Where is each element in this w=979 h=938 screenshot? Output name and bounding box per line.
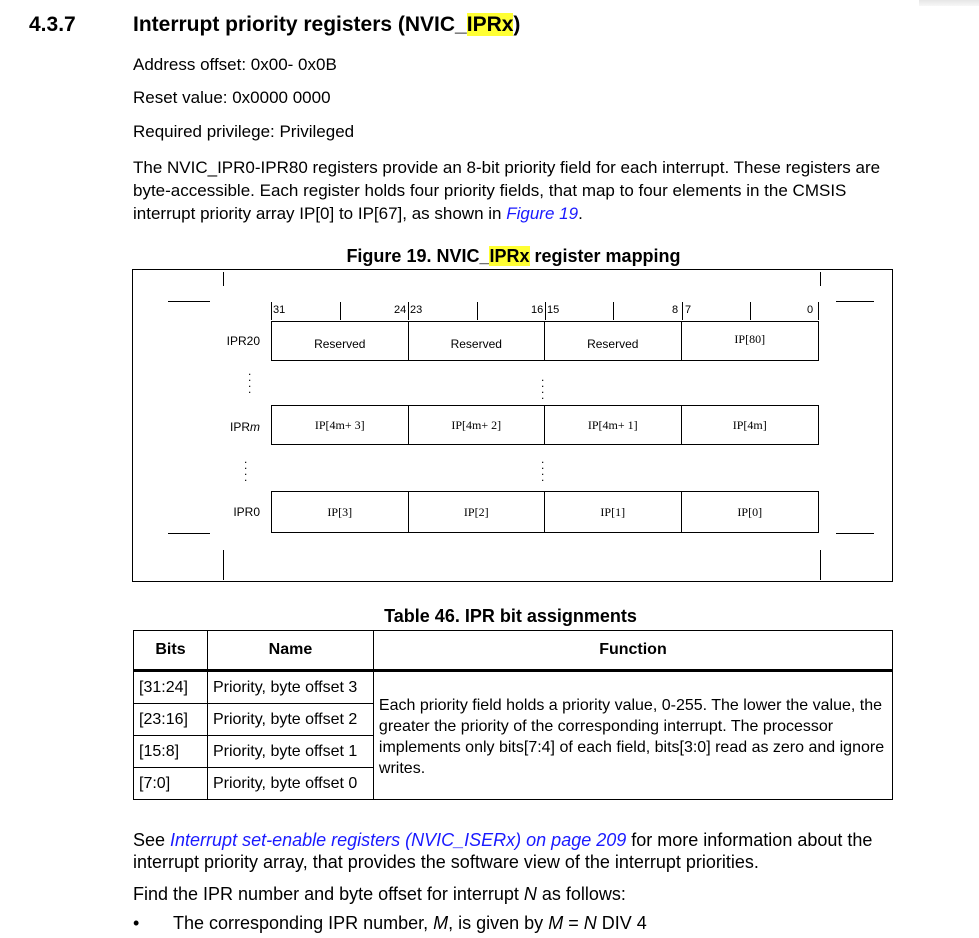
bit-label-0: 0 xyxy=(807,304,814,316)
section-title-suffix: ) xyxy=(513,13,521,36)
ipr-bit-table: Bits Name Function [31:24] Priority, byt… xyxy=(133,630,894,800)
section-title-prefix: Interrupt priority registers (NVIC_ xyxy=(133,13,467,36)
bracket-bottom-left xyxy=(168,533,210,534)
header-bits: Bits xyxy=(133,630,208,672)
frame-tick-top-right xyxy=(820,272,821,286)
ruler-tick-31 xyxy=(271,302,272,320)
description-paragraph: The NVIC_IPR0-IPR80 registers provide an… xyxy=(133,156,893,225)
ruler-tick-0 xyxy=(818,302,819,320)
figure-title-suffix: register mapping xyxy=(529,246,681,266)
register-name-iprm: IPRm xyxy=(200,420,260,434)
bracket-top-left xyxy=(168,301,210,302)
reset-value: Reset value: 0x0000 0000 xyxy=(133,88,331,107)
find-suffix: as follows: xyxy=(536,884,626,904)
bullet-eq-m: M xyxy=(548,913,564,933)
bit-label-15: 15 xyxy=(547,304,560,316)
field-cell: IP[4m+ 1] xyxy=(545,406,682,444)
field-cell: IP[4m+ 2] xyxy=(409,406,545,444)
see-also-paragraph: See Interrupt set-enable registers (NVIC… xyxy=(133,829,913,873)
register-name-ipr0: IPR0 xyxy=(233,505,260,519)
field-cell: IP[1] xyxy=(545,492,682,532)
ruler-tick-24-23 xyxy=(408,302,409,320)
bullet-end: DIV 4 xyxy=(596,913,647,933)
vertical-ellipsis-left-1: .... xyxy=(248,364,252,396)
ruler-tick-mid-4 xyxy=(750,302,751,320)
see-prefix: See xyxy=(133,830,171,850)
frame-tick-top-left xyxy=(223,272,224,286)
vertical-ellipsis-center-1: .... xyxy=(541,370,545,402)
bit-label-8: 8 xyxy=(672,304,679,316)
ruler-tick-mid-2 xyxy=(477,302,478,320)
bits-cell: [7:0] xyxy=(133,767,208,800)
section-number: 4.3.7 xyxy=(29,13,76,36)
function-cell: Each priority field holds a priority val… xyxy=(372,670,894,800)
bits-cell: [15:8] xyxy=(133,735,208,768)
table-title: Table 46. IPR bit assignments xyxy=(384,606,637,626)
bullet-eq-n: N xyxy=(583,913,597,933)
find-var-n: N xyxy=(523,884,537,904)
ruler-tick-mid-1 xyxy=(340,302,341,320)
ruler-tick-mid-3 xyxy=(613,302,614,320)
bits-cell: [23:16] xyxy=(133,703,208,736)
register-name-ipr20: IPR20 xyxy=(226,334,260,348)
bit-label-16: 16 xyxy=(531,304,544,316)
table-row: [31:24] Priority, byte offset 3 Each pri… xyxy=(133,670,894,800)
field-cell: IP[2] xyxy=(409,492,545,532)
table-header-row: Bits Name Function xyxy=(133,630,894,672)
bracket-bottom-right xyxy=(836,533,874,534)
bullet-symbol: • xyxy=(133,913,140,933)
section-title-highlight: IPRx xyxy=(466,13,514,36)
section-title: Interrupt priority registers (NVIC_IPRx) xyxy=(133,13,520,37)
field-cell: Reserved xyxy=(272,322,409,360)
header-function: Function xyxy=(372,630,894,672)
field-cell: IP[3] xyxy=(272,492,409,532)
address-offset: Address offset: 0x00- 0x0B xyxy=(133,55,337,74)
figure-title-highlight: IPRx xyxy=(489,246,530,266)
bit-label-31: 31 xyxy=(273,304,286,316)
bit-label-7: 7 xyxy=(685,304,692,316)
field-cell: IP[0] xyxy=(737,504,763,519)
nvic-iser-link[interactable]: Interrupt set-enable registers (NVIC_ISE… xyxy=(170,830,626,850)
description-end: . xyxy=(578,204,583,223)
ruler-tick-16-15 xyxy=(545,302,546,320)
register-row-iprm: IP[4m+ 3] IP[4m+ 2] IP[4m+ 1] IP[4m] xyxy=(271,405,819,445)
bullet-mid: , is given by xyxy=(448,913,549,933)
field-cell: IP[4m] xyxy=(732,417,767,432)
frame-tick-bottom-right xyxy=(820,550,821,580)
bits-cell: [31:24] xyxy=(133,670,208,704)
frame-tick-bottom-left xyxy=(223,550,224,580)
name-cell: Priority, byte offset 2 xyxy=(206,703,374,736)
field-cell: IP[80] xyxy=(734,331,766,346)
bit-label-24: 24 xyxy=(394,304,407,316)
bracket-top-right xyxy=(836,301,874,302)
field-cell: Reserved xyxy=(409,322,545,360)
find-ipr-paragraph: Find the IPR number and byte offset for … xyxy=(133,884,626,905)
register-name-prefix: IPR xyxy=(229,420,250,434)
find-prefix: Find the IPR number and byte offset for … xyxy=(133,884,524,904)
header-name: Name xyxy=(206,630,374,672)
vertical-ellipsis-left-2: .... xyxy=(244,452,248,484)
bullet-var-m: M xyxy=(433,913,449,933)
bit-label-23: 23 xyxy=(410,304,423,316)
field-cell: IP[4m+ 3] xyxy=(272,406,409,444)
register-name-italic: m xyxy=(250,420,260,434)
name-cell: Priority, byte offset 3 xyxy=(206,670,374,704)
figure-title: Figure 19. NVIC_IPRx register mapping xyxy=(0,246,979,267)
window-corner-shadow xyxy=(919,0,979,6)
required-privilege: Required privilege: Privileged xyxy=(133,122,355,141)
bullet-prefix: The corresponding IPR number, xyxy=(173,913,434,933)
vertical-ellipsis-center-2: .... xyxy=(541,452,545,484)
figure-title-prefix: Figure 19. NVIC_ xyxy=(346,246,490,266)
field-cell: Reserved xyxy=(545,322,682,360)
name-cell: Priority, byte offset 0 xyxy=(206,767,374,800)
figure-19-link[interactable]: Figure 19 xyxy=(506,204,578,223)
register-row-ipr0: IP[3] IP[2] IP[1] IP[0] xyxy=(271,491,819,533)
bullet-item: • The corresponding IPR number, M, is giv… xyxy=(133,913,647,934)
bullet-eq: = xyxy=(563,913,584,933)
ruler-tick-8-7 xyxy=(682,302,683,320)
register-row-ipr20: Reserved Reserved Reserved IP[80] xyxy=(271,321,819,361)
name-cell: Priority, byte offset 1 xyxy=(206,735,374,768)
